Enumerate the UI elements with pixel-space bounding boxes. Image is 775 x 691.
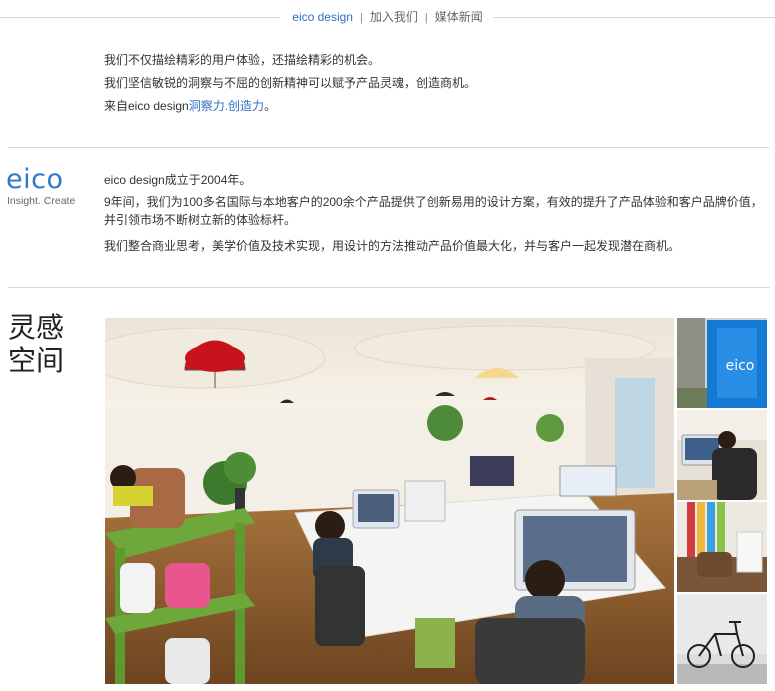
- space-title: 灵感 空间: [8, 311, 64, 377]
- thumbnail-workstation-image: [677, 410, 767, 500]
- space-title-line-2: 空间: [8, 345, 65, 376]
- insight-create-link[interactable]: 洞察力.创造力: [189, 99, 264, 113]
- thumbnail-reception-image: eico: [677, 318, 767, 408]
- nav-links: eico design | 加入我们 | 媒体新闻: [0, 8, 775, 27]
- thumbnail-bicycle-image: [677, 594, 767, 684]
- thumbnail-lounge-image: [677, 502, 767, 592]
- nav-separator: |: [424, 12, 428, 24]
- office-main-photo[interactable]: [105, 318, 674, 684]
- nav-link-eico-design[interactable]: eico design: [292, 10, 353, 24]
- eico-sign: eico: [726, 358, 755, 374]
- intro-line-3: 来自eico design洞察力.创造力。: [104, 97, 276, 114]
- about-paragraph-2: 9年间，我们为100多名国际与本地客户的200余个产品提供了创新易用的设计方案，…: [104, 195, 763, 227]
- intro-line-2: 我们坚信敏锐的洞察与不屈的创新精神可以赋予产品灵魂，创造商机。: [104, 76, 477, 90]
- office-illustration: [105, 318, 674, 684]
- nav-link-join-us[interactable]: 加入我们: [370, 10, 418, 24]
- eico-logo: eico: [6, 164, 64, 195]
- nav-link-media-news[interactable]: 媒体新闻: [435, 10, 483, 24]
- thumbnail-bicycle[interactable]: [677, 594, 767, 684]
- intro-line-3-prefix: 来自eico design: [104, 99, 189, 113]
- section-divider: [8, 287, 770, 288]
- section-divider: [8, 147, 770, 148]
- logo-tagline: Insight. Create: [7, 195, 76, 207]
- top-nav: eico design | 加入我们 | 媒体新闻: [0, 0, 775, 34]
- intro-line-3-suffix: 。: [264, 99, 277, 113]
- about-paragraph-3: 我们整合商业思考，美学价值及技术实现，用设计的方法推动产品价值最大化，并与客户一…: [104, 239, 681, 253]
- thumbnail-workstation[interactable]: [677, 410, 767, 500]
- about-paragraph-1: eico design成立于2004年。: [104, 173, 252, 187]
- thumbnail-reception[interactable]: eico: [677, 318, 767, 408]
- nav-separator: |: [359, 12, 363, 24]
- intro-line-1: 我们不仅描绘精彩的用户体验，还描绘精彩的机会。: [104, 53, 381, 67]
- space-title-line-1: 灵感: [8, 312, 65, 343]
- thumbnail-lounge[interactable]: [677, 502, 767, 592]
